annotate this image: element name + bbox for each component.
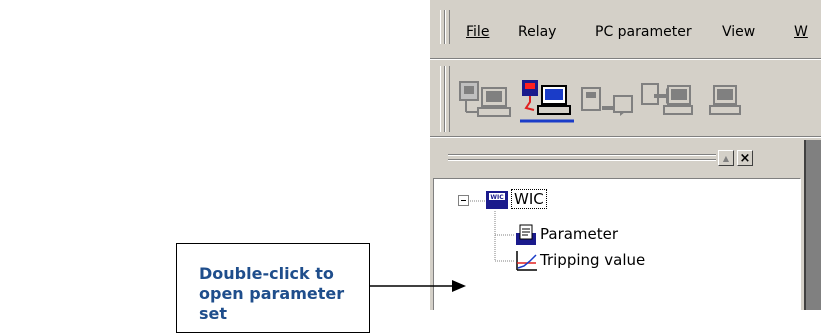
menu-view-label: View xyxy=(722,24,756,40)
menubar-grip-2[interactable] xyxy=(445,10,450,44)
menu-pc-parameter[interactable]: PC parameter xyxy=(595,24,692,40)
wic-icon-text: WIC xyxy=(490,194,504,201)
menu-file-label: File xyxy=(466,24,490,40)
computer-button[interactable] xyxy=(702,76,758,124)
wic-relay-icon: WIC xyxy=(486,191,508,209)
tree-expander[interactable] xyxy=(458,195,469,206)
computer-icon xyxy=(709,85,741,115)
panel-close-button[interactable]: × xyxy=(737,150,753,166)
close-icon: × xyxy=(739,150,751,166)
menu-file[interactable]: File xyxy=(466,24,489,40)
collapse-icon xyxy=(461,200,466,201)
download-to-relay-icon xyxy=(581,87,633,116)
panel-header: ▲ × xyxy=(448,150,768,170)
triangle-up-icon: ▲ xyxy=(722,153,730,163)
callout-text: Double-click to open parameter set xyxy=(199,264,345,323)
tree-node-wic-label: WIC xyxy=(511,189,547,209)
menu-pc-parameter-label: PC parameter xyxy=(595,24,692,40)
application-window: File Relay PC parameter View W ▲ × WIC W… xyxy=(430,0,821,310)
disconnect-button[interactable] xyxy=(458,76,514,124)
panel-grip-line-2[interactable] xyxy=(448,159,716,161)
panel-grip-line[interactable] xyxy=(448,154,716,156)
menubar-separator xyxy=(430,58,821,60)
download-button[interactable] xyxy=(580,76,636,124)
connect-relay-icon xyxy=(520,80,574,123)
disconnected-computer-icon xyxy=(459,81,511,117)
connect-relay-button[interactable] xyxy=(520,76,576,124)
callout-box: Double-click to open parameter set xyxy=(176,243,370,333)
mdi-client-area xyxy=(804,140,821,310)
callout-arrow xyxy=(370,280,466,292)
tree-view[interactable]: WIC WIC Parameter Tripping value xyxy=(433,178,801,310)
menu-relay[interactable]: Relay xyxy=(518,24,556,40)
tripping-curve-icon xyxy=(516,251,537,271)
menu-window-label: W xyxy=(794,24,808,40)
menu-relay-label: Relay xyxy=(518,24,557,40)
toolbar-separator xyxy=(430,136,821,138)
menu-window[interactable]: W xyxy=(794,24,808,40)
tree-node-tripping-value-label: Tripping value xyxy=(540,251,646,269)
menu-view[interactable]: View xyxy=(722,24,755,40)
panel-restore-button[interactable]: ▲ xyxy=(718,150,734,166)
parameter-icon xyxy=(516,224,536,245)
upload-from-relay-icon xyxy=(641,83,693,115)
toolbar-grip-2[interactable] xyxy=(445,66,450,132)
tree-node-parameter-label: Parameter xyxy=(540,225,619,243)
upload-button[interactable] xyxy=(640,76,696,124)
